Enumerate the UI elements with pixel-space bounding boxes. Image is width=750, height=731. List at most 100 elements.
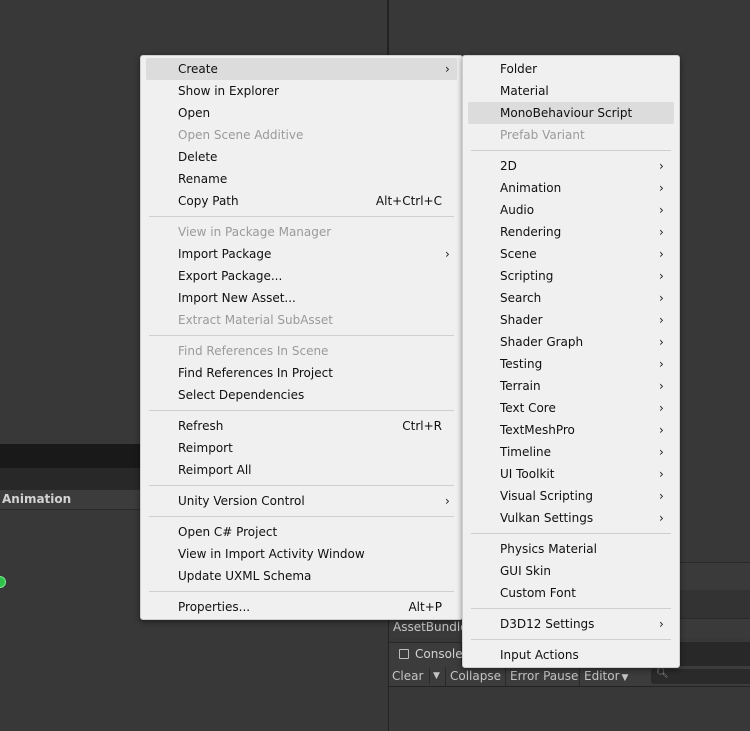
menu-item-delete[interactable]: Delete bbox=[178, 146, 217, 168]
menu-separator bbox=[471, 608, 671, 609]
submenu-item-scene[interactable]: Scene bbox=[500, 243, 537, 265]
submenu-item-custom-font[interactable]: Custom Font bbox=[500, 582, 576, 604]
submenu-item-physics-material[interactable]: Physics Material bbox=[500, 538, 597, 560]
menu-item-open-csharp-project[interactable]: Open C# Project bbox=[178, 521, 277, 543]
project-context-menu: Create › Show in Explorer Open Open Scen… bbox=[140, 55, 463, 620]
assetbundle-label: AssetBundle bbox=[393, 620, 468, 634]
submenu-item-rendering[interactable]: Rendering bbox=[500, 221, 561, 243]
menu-separator bbox=[149, 335, 454, 336]
menu-item-reimport-all[interactable]: Reimport All bbox=[178, 459, 252, 481]
submenu-item-input-actions[interactable]: Input Actions bbox=[500, 644, 579, 666]
clear-options-dropdown[interactable]: ▼ bbox=[429, 668, 443, 684]
submenu-item-monobehaviour-script[interactable]: MonoBehaviour Script bbox=[500, 102, 632, 124]
chevron-right-icon: › bbox=[659, 401, 664, 415]
submenu-item-textmeshpro[interactable]: TextMeshPro bbox=[500, 419, 575, 441]
menu-item-find-references-in-scene: Find References In Scene bbox=[178, 344, 329, 358]
animation-panel-title: Animation bbox=[2, 492, 72, 506]
menu-separator bbox=[149, 485, 454, 486]
chevron-right-icon: › bbox=[659, 423, 664, 437]
chevron-right-icon: › bbox=[659, 617, 664, 631]
menu-separator bbox=[471, 533, 671, 534]
menu-item-reimport[interactable]: Reimport bbox=[178, 437, 233, 459]
inspector-row bbox=[680, 590, 750, 618]
error-pause-toggle[interactable]: Error Pause bbox=[510, 669, 578, 683]
chevron-right-icon: › bbox=[659, 357, 664, 371]
menu-item-refresh[interactable]: Refresh bbox=[178, 415, 223, 437]
chevron-right-icon: › bbox=[659, 313, 664, 327]
menu-item-find-references-in-project[interactable]: Find References In Project bbox=[178, 362, 333, 384]
menu-item-view-in-package-manager: View in Package Manager bbox=[178, 225, 332, 239]
submenu-item-shader-graph[interactable]: Shader Graph bbox=[500, 331, 583, 353]
submenu-item-terrain[interactable]: Terrain bbox=[500, 375, 541, 397]
submenu-item-ui-toolkit[interactable]: UI Toolkit bbox=[500, 463, 554, 485]
submenu-item-audio[interactable]: Audio bbox=[500, 199, 534, 221]
chevron-down-icon: ▼ bbox=[433, 671, 440, 681]
submenu-item-shader[interactable]: Shader bbox=[500, 309, 543, 331]
submenu-item-gui-skin[interactable]: GUI Skin bbox=[500, 560, 551, 582]
editor-dropdown-label: Editor bbox=[584, 669, 620, 683]
chevron-right-icon: › bbox=[659, 247, 664, 261]
chevron-right-icon: › bbox=[659, 445, 664, 459]
collapse-toggle[interactable]: Collapse bbox=[450, 669, 501, 683]
toolbar-divider bbox=[505, 667, 506, 686]
create-submenu: Folder Material MonoBehaviour Script Pre… bbox=[462, 55, 680, 668]
editor-dropdown[interactable]: Editor ▼ bbox=[584, 669, 628, 683]
menu-item-rename[interactable]: Rename bbox=[178, 168, 227, 190]
submenu-item-d3d12-settings[interactable]: D3D12 Settings bbox=[500, 613, 594, 635]
shortcut-copy-path: Alt+Ctrl+C bbox=[375, 194, 442, 208]
menu-item-update-uxml-schema[interactable]: Update UXML Schema bbox=[178, 565, 311, 587]
menu-separator bbox=[149, 216, 454, 217]
console-log-area bbox=[389, 687, 750, 731]
chevron-right-icon: › bbox=[659, 291, 664, 305]
submenu-item-vulkan-settings[interactable]: Vulkan Settings bbox=[500, 507, 593, 529]
menu-item-extract-material-subasset: Extract Material SubAsset bbox=[178, 313, 333, 327]
submenu-item-text-core[interactable]: Text Core bbox=[500, 397, 556, 419]
submenu-item-animation[interactable]: Animation bbox=[500, 177, 561, 199]
chevron-right-icon: › bbox=[659, 181, 664, 195]
inspector-row bbox=[680, 562, 750, 590]
submenu-item-testing[interactable]: Testing bbox=[500, 353, 542, 375]
chevron-right-icon: › bbox=[659, 203, 664, 217]
chevron-right-icon: › bbox=[659, 511, 664, 525]
menu-item-open-scene-additive: Open Scene Additive bbox=[178, 128, 304, 142]
console-icon bbox=[399, 649, 409, 659]
menu-separator bbox=[149, 410, 454, 411]
left-panel-tabbar bbox=[0, 444, 140, 468]
menu-separator bbox=[471, 150, 671, 151]
submenu-item-folder[interactable]: Folder bbox=[500, 58, 537, 80]
submenu-item-search[interactable]: Search bbox=[500, 287, 541, 309]
menu-item-copy-path[interactable]: Copy Path bbox=[178, 190, 239, 212]
chevron-right-icon: › bbox=[659, 269, 664, 283]
menu-item-view-in-import-activity-window[interactable]: View in Import Activity Window bbox=[178, 543, 365, 565]
submenu-item-2d[interactable]: 2D bbox=[500, 155, 517, 177]
menu-item-unity-version-control[interactable]: Unity Version Control bbox=[178, 490, 305, 512]
menu-item-create[interactable]: Create bbox=[178, 58, 218, 80]
chevron-right-icon: › bbox=[659, 379, 664, 393]
submenu-item-timeline[interactable]: Timeline bbox=[500, 441, 551, 463]
menu-item-open[interactable]: Open bbox=[178, 102, 210, 124]
menu-item-import-new-asset[interactable]: Import New Asset... bbox=[178, 287, 296, 309]
chevron-right-icon: › bbox=[445, 494, 450, 508]
toolbar-divider bbox=[579, 667, 580, 686]
menu-item-select-dependencies[interactable]: Select Dependencies bbox=[178, 384, 304, 406]
chevron-right-icon: › bbox=[659, 225, 664, 239]
left-panel-toolbar bbox=[0, 468, 140, 490]
shortcut-refresh: Ctrl+R bbox=[402, 419, 442, 433]
submenu-item-material[interactable]: Material bbox=[500, 80, 549, 102]
toolbar-divider bbox=[445, 667, 446, 686]
shortcut-properties: Alt+P bbox=[408, 600, 442, 614]
submenu-item-visual-scripting[interactable]: Visual Scripting bbox=[500, 485, 593, 507]
menu-item-show-in-explorer[interactable]: Show in Explorer bbox=[178, 80, 279, 102]
clear-button[interactable]: Clear bbox=[392, 669, 423, 683]
chevron-right-icon: › bbox=[659, 467, 664, 481]
tab-console-label: Console bbox=[415, 647, 463, 661]
submenu-item-scripting[interactable]: Scripting bbox=[500, 265, 553, 287]
chevron-right-icon: › bbox=[659, 159, 664, 173]
menu-item-import-package[interactable]: Import Package bbox=[178, 243, 271, 265]
menu-item-properties[interactable]: Properties... bbox=[178, 596, 250, 618]
chevron-right-icon: › bbox=[445, 247, 450, 261]
menu-item-export-package[interactable]: Export Package... bbox=[178, 265, 282, 287]
submenu-item-prefab-variant: Prefab Variant bbox=[500, 128, 585, 142]
menu-separator bbox=[471, 639, 671, 640]
search-icon: 🔍︎ bbox=[656, 668, 669, 679]
